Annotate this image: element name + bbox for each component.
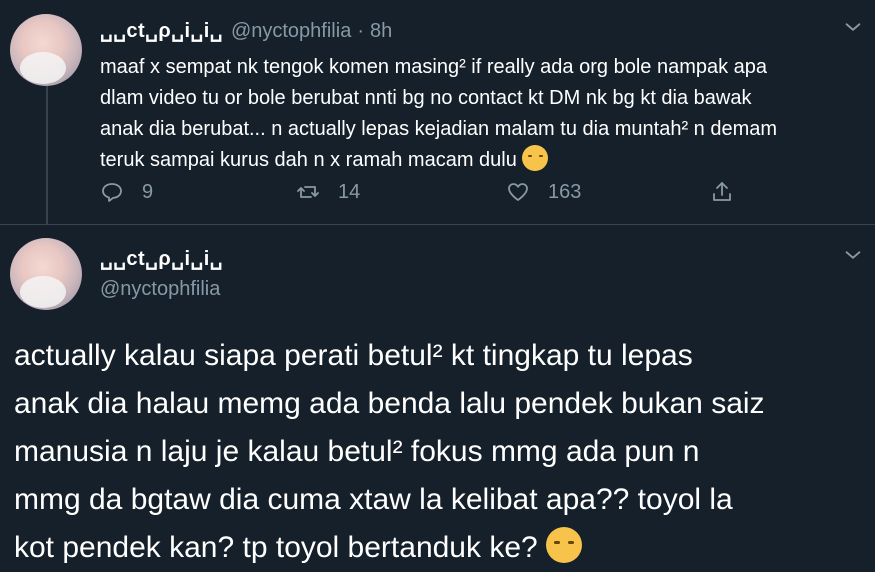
- user-handle[interactable]: @nyctophfilia: [231, 20, 351, 43]
- share-button[interactable]: [710, 180, 734, 204]
- retweet-icon: [297, 186, 319, 198]
- tweet-actions: 9 14 163: [100, 180, 760, 210]
- chevron-down-icon[interactable]: [842, 16, 864, 38]
- tweet-time[interactable]: 8h: [370, 20, 392, 43]
- chevron-down-icon[interactable]: [842, 244, 864, 266]
- retweet-count: 14: [338, 180, 361, 203]
- tweet-text: maaf x sempat nk tengok komen masing² if…: [100, 56, 778, 171]
- divider: [0, 224, 875, 225]
- thinking-face-icon: [546, 527, 583, 563]
- display-name[interactable]: ␣␣ct␣ρ␣i␣i␣: [100, 246, 223, 271]
- thread-connector-line: [46, 86, 48, 224]
- pensive-face-icon: [522, 145, 549, 171]
- reply-button[interactable]: 9: [100, 180, 153, 204]
- reply-count: 9: [142, 180, 154, 203]
- like-button[interactable]: 163: [506, 180, 581, 204]
- share-icon: [713, 182, 731, 201]
- tweet-text: actually kalau siapa perati betul² kt ti…: [14, 339, 765, 564]
- user-handle[interactable]: @nyctophfilia: [100, 278, 220, 301]
- avatar[interactable]: [10, 14, 82, 86]
- retweet-button[interactable]: 14: [296, 180, 360, 204]
- display-name[interactable]: ␣␣ct␣ρ␣i␣i␣: [100, 18, 223, 43]
- avatar[interactable]: [10, 238, 82, 310]
- tweet-header: ␣␣ct␣ρ␣i␣i␣ @nyctophfilia · 8h: [100, 18, 392, 43]
- reply-icon: [102, 183, 122, 202]
- separator-dot: ·: [357, 20, 364, 42]
- like-count: 163: [548, 180, 582, 203]
- heart-icon: [508, 183, 528, 201]
- tweet-header: ␣␣ct␣ρ␣i␣i␣: [100, 246, 223, 271]
